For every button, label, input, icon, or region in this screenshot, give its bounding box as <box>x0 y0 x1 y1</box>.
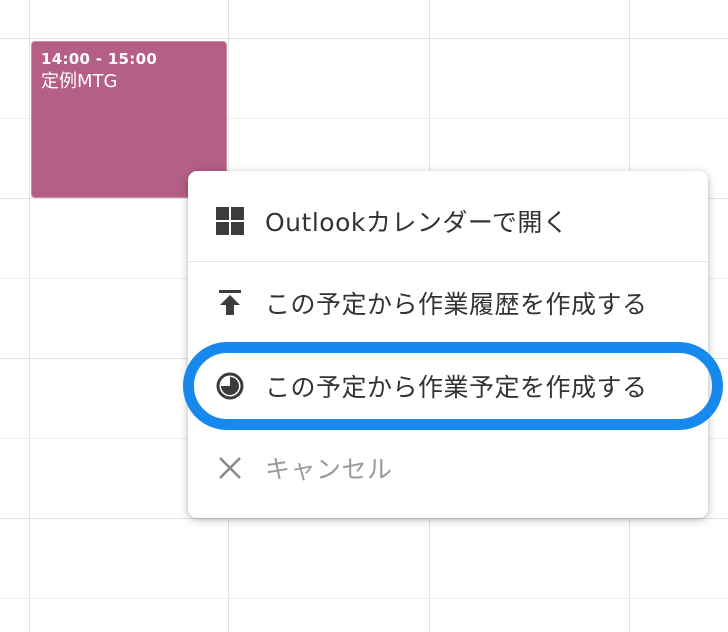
context-menu: Outlookカレンダーで開く この予定から作業履歴を作成する この予定から作業… <box>188 171 708 518</box>
menu-item-open-outlook[interactable]: Outlookカレンダーで開く <box>188 180 708 262</box>
menu-item-label: キャンセル <box>265 455 393 484</box>
menu-item-label: Outlookカレンダーで開く <box>265 208 569 237</box>
grid-row-line <box>0 598 728 599</box>
event-title: 定例MTG <box>41 71 118 92</box>
menu-item-create-work-schedule[interactable]: この予定から作業予定を作成する <box>188 344 708 428</box>
upload-arrow-icon <box>214 287 246 319</box>
menu-item-cancel[interactable]: キャンセル <box>188 428 708 508</box>
clock-pie-icon <box>214 370 246 402</box>
grid-row-line <box>0 518 728 519</box>
close-icon <box>214 452 246 484</box>
menu-item-create-work-history[interactable]: この予定から作業履歴を作成する <box>188 262 708 344</box>
windows-grid-icon <box>214 205 246 237</box>
grid-column-line <box>29 0 30 632</box>
menu-item-label: この予定から作業履歴を作成する <box>265 290 648 319</box>
menu-item-label: この予定から作業予定を作成する <box>265 373 648 402</box>
event-time: 14:00 - 15:00 <box>41 50 158 68</box>
grid-row-line <box>0 38 728 39</box>
